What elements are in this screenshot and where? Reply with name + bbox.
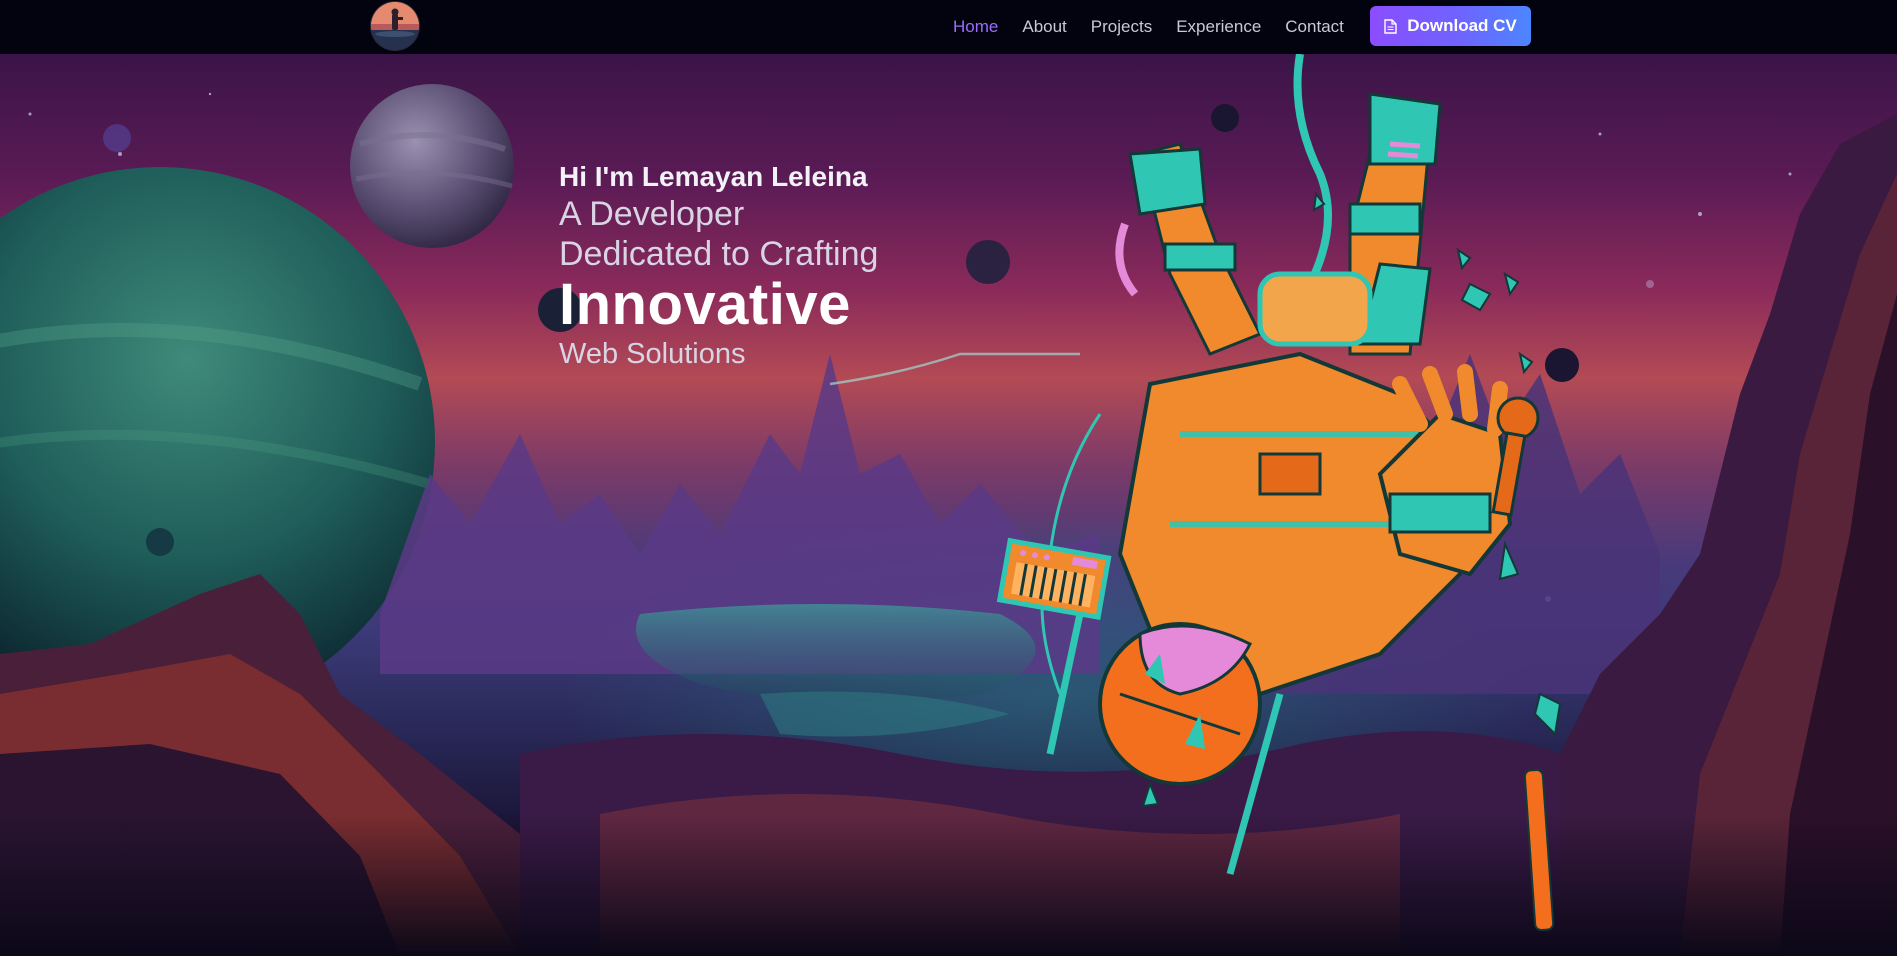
- nav-link-about[interactable]: About: [1022, 17, 1066, 37]
- hero-headline: Innovative: [559, 272, 851, 337]
- page: Home About Projects Experience Contact D…: [0, 0, 1897, 956]
- space-landscape-illustration: [0, 54, 1897, 956]
- document-icon: [1384, 18, 1397, 34]
- nav-links: Home About Projects Experience Contact: [953, 0, 1368, 54]
- hero-text: Hi I'm Lemayan Leleina A Developer Dedic…: [559, 160, 878, 372]
- download-cv-label: Download CV: [1407, 16, 1517, 35]
- nav-link-experience[interactable]: Experience: [1176, 17, 1261, 37]
- download-cv-button[interactable]: Download CV: [1370, 6, 1531, 46]
- hero-role-line: A Developer: [559, 195, 745, 233]
- hero-section: Hi I'm Lemayan Leleina A Developer Dedic…: [0, 54, 1897, 956]
- nav-link-contact[interactable]: Contact: [1285, 17, 1344, 37]
- navbar: Home About Projects Experience Contact D…: [0, 0, 1897, 54]
- avatar-logo[interactable]: [371, 2, 419, 50]
- hero-greeting: Hi I'm Lemayan Leleina: [559, 161, 868, 192]
- hero-subline: Web Solutions: [559, 338, 746, 370]
- avatar-icon: [371, 2, 419, 50]
- nav-link-home[interactable]: Home: [953, 17, 998, 37]
- nav-link-projects[interactable]: Projects: [1091, 17, 1152, 37]
- hero-tagline: Dedicated to Crafting: [559, 235, 879, 273]
